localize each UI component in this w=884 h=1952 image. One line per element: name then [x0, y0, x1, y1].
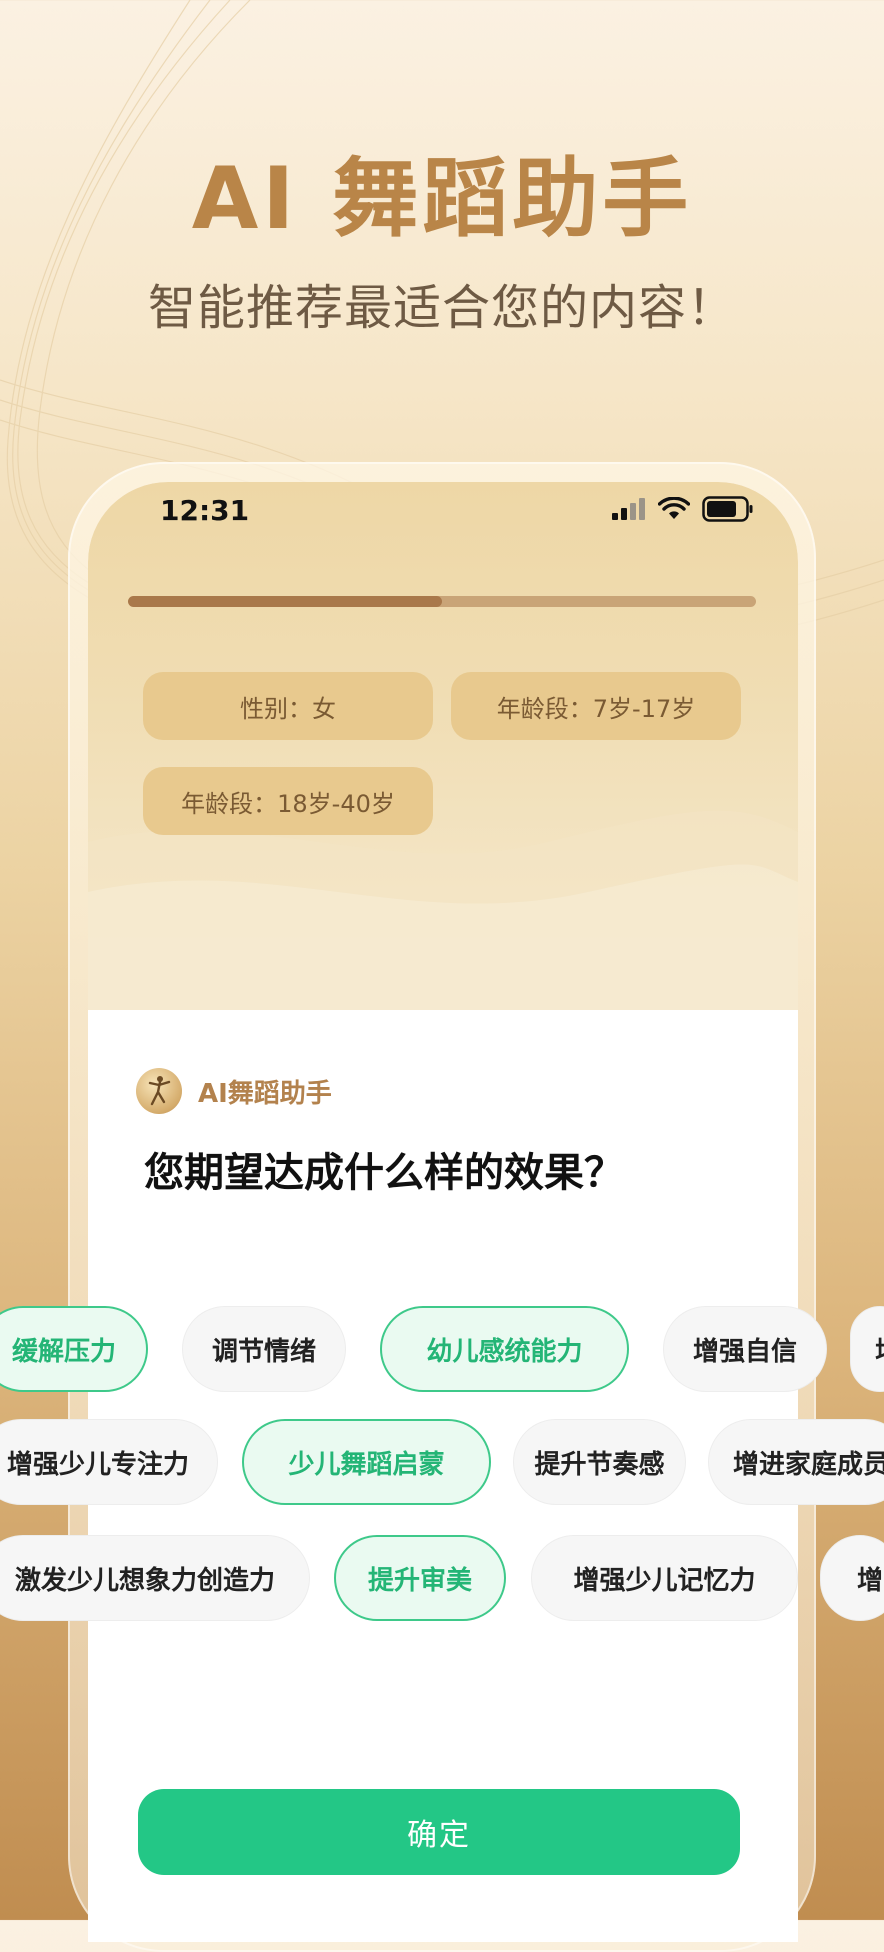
assistant-avatar — [136, 1068, 182, 1114]
chip-age-child: 年龄段：7岁-17岁 — [451, 672, 741, 740]
question-title: 您期望达成什么样的效果？ — [144, 1150, 624, 1196]
assistant-name: AI舞蹈助手 — [198, 1078, 332, 1109]
progress-fill — [128, 596, 442, 607]
signal-icon — [612, 498, 645, 520]
status-bar: 12:31 — [88, 482, 798, 562]
option-pill[interactable]: 少儿舞蹈启蒙 — [242, 1419, 491, 1505]
hero-title: AI 舞蹈助手 — [191, 149, 693, 249]
option-pill[interactable]: 增 — [850, 1306, 884, 1392]
confirm-button[interactable]: 确定 — [138, 1789, 740, 1875]
chip-age-adult: 年龄段：18岁-40岁 — [143, 767, 433, 835]
option-pill[interactable]: 幼儿感统能力 — [380, 1306, 629, 1392]
screen-header-area: 12:31 性别：女 年龄段：7岁-17岁 年龄段：18岁-40岁 — [88, 482, 798, 1010]
status-icons — [612, 496, 754, 522]
option-pill[interactable]: 增强少儿记忆力 — [531, 1535, 798, 1621]
option-pill[interactable]: 调节情绪 — [182, 1306, 346, 1392]
option-pill[interactable]: 增强自信 — [663, 1306, 827, 1392]
option-pill[interactable]: 激发少儿想象力创造力 — [0, 1535, 310, 1621]
status-time: 12:31 — [160, 494, 250, 527]
phone-screen: 12:31 性别：女 年龄段：7岁-17岁 年龄段：18岁-40岁 AI舞蹈助手… — [88, 482, 798, 1942]
assistant-row: AI舞蹈助手 — [136, 1068, 332, 1114]
hero-subtitle: 智能推荐最适合您的内容！ — [147, 280, 736, 336]
option-pill[interactable]: 缓解压力 — [0, 1306, 148, 1392]
option-pill[interactable]: 增进家庭成员 — [708, 1419, 884, 1505]
wifi-icon — [658, 497, 690, 519]
option-pill[interactable]: 增强少儿专注力 — [0, 1419, 218, 1505]
option-pill[interactable]: 提升节奏感 — [513, 1419, 686, 1505]
battery-icon — [702, 496, 753, 522]
option-pill[interactable]: 增 — [820, 1535, 884, 1621]
chip-gender: 性别：女 — [143, 672, 433, 740]
progress-bar — [128, 596, 756, 607]
dancer-icon — [148, 1076, 171, 1106]
option-pill[interactable]: 提升审美 — [334, 1535, 506, 1621]
